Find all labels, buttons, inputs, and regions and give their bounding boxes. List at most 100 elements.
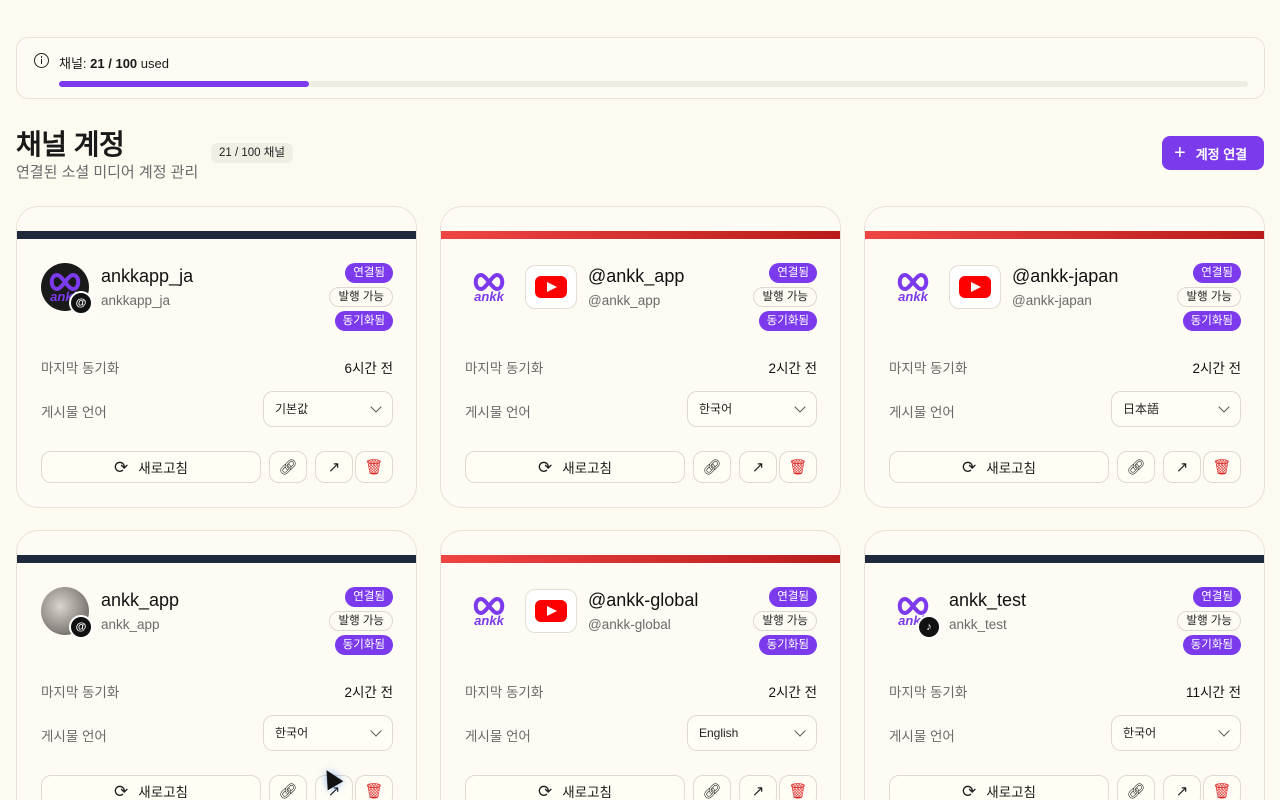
account-handle: @ankk-japan [1012,293,1092,308]
refresh-button[interactable]: ⟳ 새로고침 [41,451,261,483]
post-language-select[interactable]: 기본값 [263,391,393,427]
youtube-icon [959,276,991,298]
chevron-down-icon [370,401,382,413]
account-avatar: ankk [465,587,513,635]
youtube-icon [535,600,567,622]
chevron-down-icon [794,401,806,413]
channel-card: ankk ♪ ankk_test ankk_test 연결됨 발행 가능 동기화됨 마지막 동… [864,530,1265,800]
synced-badge: 동기화됨 [334,635,393,655]
synced-badge: 동기화됨 [758,635,817,655]
connected-badge: 연결됨 [769,587,817,607]
channel-count-badge: 21 / 100 채널 [211,143,293,163]
usage-text: 채널: 21 / 100 used [59,56,169,71]
page-title: 채널 계정 [16,129,125,160]
usage-progress-fill [59,81,309,87]
copy-link-button[interactable]: 🔗︎ [269,451,307,483]
status-badges: 연결됨발행 가능동기화됨 [329,587,393,655]
connected-badge: 연결됨 [345,587,393,607]
ankk-logo: ankk [889,263,937,311]
last-sync-value: 2시간 전 [768,685,817,700]
chevron-down-icon [370,725,382,737]
delete-button[interactable]: 🗑︎ [1203,451,1241,483]
account-handle: @ankk_app [588,293,661,308]
trash-icon: 🗑︎ [1212,783,1232,800]
page-subtitle: 연결된 소셜 미디어 계정 관리 [16,164,199,181]
last-sync-value: 2시간 전 [344,685,393,700]
trash-icon: 🗑︎ [364,459,384,476]
last-sync-value: 2시간 전 [768,361,817,376]
refresh-button[interactable]: ⟳ 새로고침 [465,451,685,483]
post-language-value: 한국어 [275,726,309,740]
copy-link-button[interactable]: 🔗︎ [693,775,731,800]
open-external-button[interactable]: ↗ [1163,775,1201,800]
open-external-button[interactable]: ↗ [315,451,353,483]
last-sync-label: 마지막 동기화 [41,361,120,376]
link-icon: 🔗︎ [702,783,722,800]
link-icon: 🔗︎ [278,783,298,800]
external-link-icon: ↗ [327,459,341,476]
post-language-select[interactable]: 日本語 [1111,391,1241,427]
refresh-button[interactable]: ⟳ 새로고침 [889,775,1109,800]
connect-account-label: 계정 연결 [1195,146,1248,162]
account-handle: ankk_app [101,617,160,632]
synced-badge: 동기화됨 [334,311,393,331]
status-badges: 연결됨 발행 가능 동기화됨 [753,263,817,331]
refresh-label: 새로고침 [986,785,1036,800]
connected-badge: 연결됨 [1193,587,1241,607]
account-avatar: ankk [465,263,513,311]
post-language-select[interactable]: 한국어 [1111,715,1241,751]
post-language-label: 게시물 언어 [889,729,955,744]
channel-card: ankk @ankk_app @ankk_app 연결됨 발행 가능 동기화됨 마지막 동기… [440,206,841,508]
copy-link-button[interactable]: 🔗︎ [1117,775,1155,800]
trash-icon: 🗑︎ [788,783,808,800]
post-language-select[interactable]: 한국어 [263,715,393,751]
post-language-select[interactable]: 한국어 [687,391,817,427]
refresh-icon: ⟳ [114,457,129,477]
last-sync-label: 마지막 동기화 [41,685,120,700]
delete-button[interactable]: 🗑︎ [779,451,817,483]
delete-button[interactable]: 🗑︎ [1203,775,1241,800]
channel-card: ankk @ankk-japan @ankk-japan 연결됨 발행 가능 동기화됨 마지… [864,206,1265,508]
ankk-logo: ankk [465,587,513,635]
refresh-icon: ⟳ [538,457,553,477]
link-icon: 🔗︎ [1126,459,1146,476]
copy-link-button[interactable]: 🔗︎ [269,775,307,800]
channel-usage-panel: 채널: 21 / 100 used [16,37,1265,99]
external-link-icon: ↗ [1175,459,1189,476]
connect-account-button[interactable]: + 계정 연결 [1162,136,1264,170]
refresh-button[interactable]: ⟳ 새로고침 [465,775,685,800]
open-external-button[interactable]: ↗ [739,775,777,800]
refresh-label: 새로고침 [562,785,612,800]
account-name: @ankk_app [588,266,685,286]
status-badges: 연결됨 발행 가능 동기화됨 [329,263,393,331]
post-language-select[interactable]: English [687,715,817,751]
last-sync-label: 마지막 동기화 [465,685,544,700]
delete-button[interactable]: 🗑︎ [779,775,817,800]
refresh-icon: ⟳ [962,457,977,477]
usage-progress-bar [59,81,1248,87]
platform-color-bar [441,231,840,239]
account-name: ankkapp_ja [101,266,194,286]
account-name: @ankk-japan [1012,266,1119,286]
open-external-button[interactable]: ↗ [739,451,777,483]
chevron-down-icon [794,725,806,737]
post-language-value: 한국어 [699,402,733,416]
channel-card: @ ankk_app ankk_app 연결됨 발행 가능 동기화됨 마지막 동기화 2시간 … [16,530,417,800]
refresh-button[interactable]: ⟳ 새로고침 [889,451,1109,483]
open-external-button[interactable]: ↗ [1163,451,1201,483]
copy-link-button[interactable]: 🔗︎ [1117,451,1155,483]
post-language-value: 기본값 [275,402,309,416]
status-badges: 연결됨 발행 가능 동기화됨 [1177,587,1241,655]
account-name: @ankk-global [588,590,699,610]
delete-button[interactable]: 🗑︎ [355,775,393,800]
synced-badge: 동기화됨 [1182,311,1241,331]
connected-badge: 연결됨 [1193,263,1241,283]
account-handle: ankk_test [949,617,1007,632]
delete-button[interactable]: 🗑︎ [355,451,393,483]
refresh-button[interactable]: ⟳ 새로고침 [41,775,261,800]
trash-icon: 🗑︎ [788,459,808,476]
threads-icon: @ [69,291,93,315]
publishable-badge: 발행 가능 [329,611,393,631]
copy-link-button[interactable]: 🔗︎ [693,451,731,483]
last-sync-value: 11시간 전 [1185,685,1241,700]
